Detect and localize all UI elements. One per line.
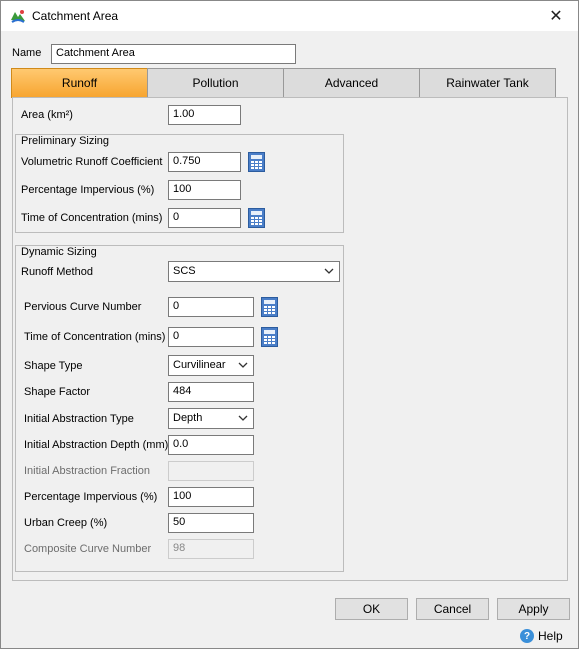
chevron-down-icon — [324, 268, 334, 274]
area-input[interactable]: 1.00 — [168, 105, 241, 125]
tab-pollution[interactable]: Pollution — [147, 68, 284, 98]
calculator-icon[interactable] — [248, 208, 265, 228]
dynamic-impervious-label: Percentage Impervious (%) — [24, 491, 158, 503]
dynamic-sizing-title: Dynamic Sizing — [18, 246, 100, 258]
pcn-input[interactable]: 0 — [168, 297, 254, 317]
prelim-impervious-label: Percentage Impervious (%) — [21, 184, 155, 196]
calculator-icon[interactable] — [261, 327, 278, 347]
tab-strip: Runoff Pollution Advanced Rainwater Tank — [11, 68, 556, 98]
ia-depth-label: Initial Abstraction Depth (mm) — [24, 439, 169, 451]
dynamic-toc-input[interactable]: 0 — [168, 327, 254, 347]
area-label: Area (km²) — [21, 109, 73, 121]
prelim-impervious-input[interactable]: 100 — [168, 180, 241, 200]
ia-type-label: Initial Abstraction Type — [24, 413, 134, 425]
ok-button[interactable]: OK — [335, 598, 408, 620]
name-input[interactable]: Catchment Area — [51, 44, 296, 64]
cancel-button[interactable]: Cancel — [416, 598, 489, 620]
help-icon: ? — [520, 629, 534, 643]
chevron-down-icon — [238, 362, 248, 368]
calculator-icon[interactable] — [248, 152, 265, 172]
close-button[interactable]: ✕ — [534, 1, 578, 31]
dynamic-impervious-input[interactable]: 100 — [168, 487, 254, 507]
runoff-method-label: Runoff Method — [21, 266, 93, 278]
apply-button[interactable]: Apply — [497, 598, 570, 620]
shape-factor-input[interactable]: 484 — [168, 382, 254, 402]
shape-type-label: Shape Type — [24, 360, 83, 372]
ia-depth-input[interactable]: 0.0 — [168, 435, 254, 455]
ia-fraction-label: Initial Abstraction Fraction — [24, 465, 150, 477]
calculator-icon[interactable] — [261, 297, 278, 317]
window-title: Catchment Area — [32, 9, 119, 23]
dynamic-toc-label: Time of Concentration (mins) — [24, 331, 166, 343]
ia-fraction-input — [168, 461, 254, 481]
help-label: Help — [538, 629, 563, 643]
chevron-down-icon — [238, 415, 248, 421]
preliminary-sizing-title: Preliminary Sizing — [18, 135, 113, 147]
name-label: Name — [12, 47, 42, 59]
composite-curve-label: Composite Curve Number — [24, 543, 152, 555]
composite-curve-input: 98 — [168, 539, 254, 559]
close-icon: ✕ — [549, 8, 563, 25]
shape-type-select[interactable]: Curvilinear — [168, 355, 254, 376]
tab-rainwater-tank[interactable]: Rainwater Tank — [419, 68, 556, 98]
title-bar: Catchment Area ✕ — [1, 1, 578, 31]
runoff-method-value: SCS — [173, 265, 196, 277]
tab-advanced[interactable]: Advanced — [283, 68, 420, 98]
vrc-label: Volumetric Runoff Coefficient — [21, 156, 163, 168]
runoff-method-select[interactable]: SCS — [168, 261, 340, 282]
pcn-label: Pervious Curve Number — [24, 301, 142, 313]
shape-factor-label: Shape Factor — [24, 386, 91, 398]
tab-runoff[interactable]: Runoff — [11, 68, 148, 98]
vrc-input[interactable]: 0.750 — [168, 152, 241, 172]
help-link[interactable]: ? Help — [520, 629, 563, 643]
urban-creep-input[interactable]: 50 — [168, 513, 254, 533]
urban-creep-label: Urban Creep (%) — [24, 517, 108, 529]
ia-type-select[interactable]: Depth — [168, 408, 254, 429]
prelim-toc-label: Time of Concentration (mins) — [21, 212, 163, 224]
catchment-app-icon — [11, 10, 25, 23]
catchment-area-dialog: Catchment Area ✕ Name Catchment Area Run… — [0, 0, 579, 649]
ia-type-value: Depth — [173, 412, 203, 424]
prelim-toc-input[interactable]: 0 — [168, 208, 241, 228]
shape-type-value: Curvilinear — [173, 359, 226, 371]
